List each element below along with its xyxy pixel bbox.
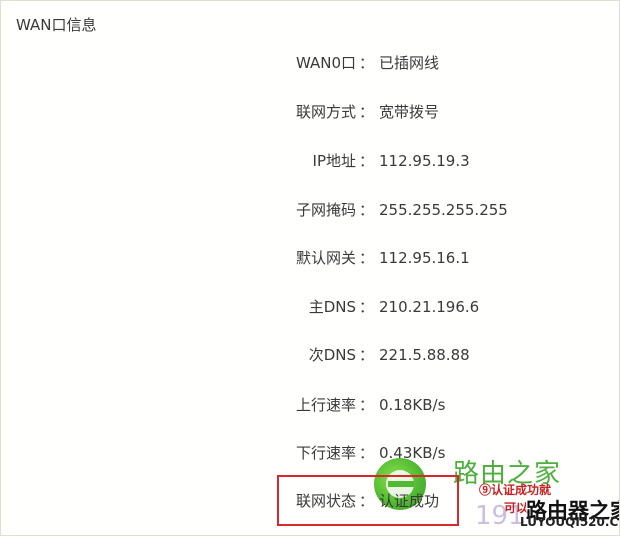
info-row-connection-type: 联网方式 ： 宽带拨号	[1, 100, 619, 124]
row-value: 112.95.19.3	[379, 152, 470, 170]
row-separator: ：	[359, 54, 375, 72]
row-label: 联网方式	[295, 103, 356, 121]
row-separator: ：	[359, 396, 375, 414]
row-separator: ：	[359, 201, 375, 219]
row-value: 255.255.255.255	[379, 201, 508, 219]
row-separator: ：	[359, 152, 375, 170]
row-separator: ：	[359, 103, 375, 121]
row-value: 210.21.196.6	[379, 298, 480, 316]
row-value: 112.95.16.1	[379, 249, 470, 267]
info-row-secondary-dns: 次DNS ： 221.5.88.88	[1, 343, 619, 367]
row-label: 默认网关	[295, 249, 356, 267]
row-label: 上行速率	[295, 396, 356, 414]
watermark-url: LUYOUQI520.COM	[520, 515, 619, 529]
row-separator: ：	[359, 444, 375, 462]
row-label: 主DNS	[308, 298, 356, 316]
info-row-ip-address: IP地址 ： 112.95.19.3	[1, 149, 619, 173]
row-label: WAN0口	[295, 54, 356, 72]
row-label: 下行速率	[295, 444, 356, 462]
watermark-annotation-2: 可以	[504, 501, 529, 515]
info-row-subnet-mask: 子网掩码 ： 255.255.255.255	[1, 198, 619, 222]
row-separator: ：	[359, 346, 375, 364]
row-label: 子网掩码	[295, 201, 356, 219]
row-value: 宽带拨号	[379, 103, 440, 121]
info-row-primary-dns: 主DNS ： 210.21.196.6	[1, 295, 619, 319]
row-label: IP地址	[312, 152, 356, 170]
row-label: 次DNS	[308, 346, 356, 364]
wan-info-panel: WAN口信息 WAN0口 ： 已插网线 联网方式 ： 宽带拨号 IP地址 ： 1…	[0, 0, 620, 536]
info-row-default-gateway: 默认网关 ： 112.95.16.1	[1, 246, 619, 270]
row-value: 0.18KB/s	[379, 396, 446, 414]
section-title: WAN口信息	[16, 16, 97, 34]
status-highlight-box	[277, 475, 459, 526]
row-separator: ：	[359, 298, 375, 316]
row-separator: ：	[359, 249, 375, 267]
info-row-wan0: WAN0口 ： 已插网线	[1, 51, 619, 75]
row-value: 已插网线	[379, 54, 440, 72]
info-row-upload-rate: 上行速率 ： 0.18KB/s	[1, 393, 619, 417]
row-value: 221.5.88.88	[379, 346, 470, 364]
